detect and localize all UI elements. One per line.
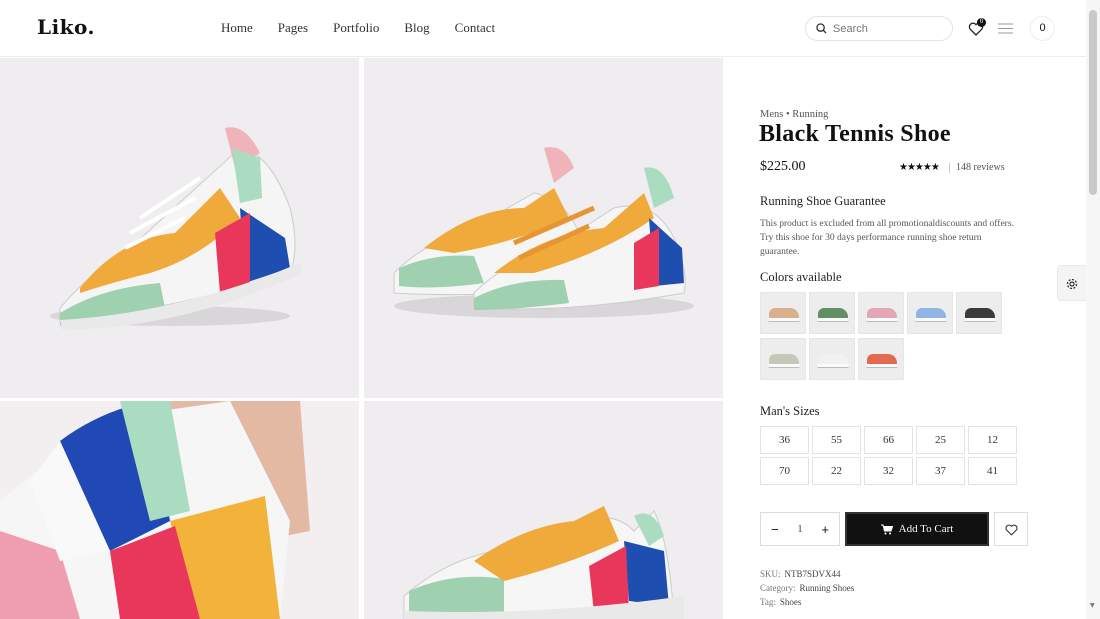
size-option[interactable]: 55 (812, 426, 861, 454)
rating-stars-icon: ★★★★★ (899, 162, 940, 173)
color-swatch[interactable] (809, 338, 855, 380)
cart-count-button[interactable]: 0 (1030, 16, 1055, 41)
size-option[interactable]: 36 (760, 426, 809, 454)
color-swatch[interactable] (858, 338, 904, 380)
size-option[interactable]: 22 (812, 457, 861, 485)
reviews-count-link[interactable]: 148 reviews (956, 162, 1005, 173)
product-categories[interactable]: Mens • Running (760, 109, 828, 120)
sizes-heading: Man's Sizes (760, 404, 820, 418)
swatch-shoe-sole (817, 364, 849, 368)
sneaker-pair-image (393, 147, 694, 318)
size-option[interactable]: 25 (916, 426, 965, 454)
swatch-shoe-sole (964, 318, 996, 322)
site-header: Liko. Home Pages Portfolio Blog Contact … (0, 0, 1086, 57)
sku-value: NTB7SDVX44 (784, 569, 841, 579)
color-swatch-list (760, 292, 1005, 380)
category-label: Category: (760, 583, 796, 593)
sneaker-worn-closeup-image (0, 401, 359, 619)
settings-panel-toggle[interactable] (1057, 265, 1086, 301)
product-price: $225.00 (760, 159, 806, 174)
swatch-shoe-sole (915, 318, 947, 322)
swatch-shoe-sole (768, 364, 800, 368)
size-option[interactable]: 41 (968, 457, 1017, 485)
quantity-value[interactable]: 1 (798, 524, 803, 535)
color-swatch[interactable] (956, 292, 1002, 334)
swatch-shoe-sole (817, 318, 849, 322)
page-scrollbar[interactable]: ▲ ▼ (1086, 0, 1100, 619)
guarantee-description: This product is excluded from all promot… (760, 219, 1014, 257)
tag-row: Tag: Shoes (760, 597, 801, 607)
nav-pages[interactable]: Pages (278, 20, 308, 36)
color-swatch[interactable] (907, 292, 953, 334)
color-swatch[interactable] (760, 292, 806, 334)
swatch-shoe-sole (866, 364, 898, 368)
product-image-2[interactable] (364, 58, 723, 398)
quantity-increase-button[interactable]: + (821, 522, 829, 537)
wishlist-count-badge: 0 (977, 18, 986, 27)
guarantee-heading: Running Shoe Guarantee (760, 194, 886, 208)
tag-link[interactable]: Shoes (780, 597, 802, 607)
search-icon (816, 23, 827, 34)
quantity-stepper: − 1 + (760, 512, 840, 546)
sku-row: SKU: NTB7SDVX44 (760, 569, 841, 579)
site-logo[interactable]: Liko. (37, 15, 95, 39)
heart-icon (1005, 524, 1018, 536)
category-link[interactable]: Running Shoes (800, 583, 855, 593)
size-option[interactable]: 32 (864, 457, 913, 485)
size-option[interactable]: 66 (864, 426, 913, 454)
scroll-down-arrow-icon[interactable]: ▼ (1090, 602, 1095, 609)
nav-home[interactable]: Home (221, 20, 253, 36)
add-to-cart-button[interactable]: Add To Cart (845, 512, 989, 546)
size-option[interactable]: 12 (968, 426, 1017, 454)
colors-heading: Colors available (760, 270, 842, 284)
gear-icon (1066, 278, 1078, 290)
search-input[interactable] (833, 22, 943, 35)
scrollbar-thumb[interactable] (1089, 10, 1097, 195)
category-row: Category: Running Shoes (760, 583, 854, 593)
hamburger-menu-icon[interactable] (998, 23, 1013, 34)
product-image-4[interactable] (364, 401, 723, 619)
cart-icon (880, 524, 893, 534)
add-to-wishlist-button[interactable] (994, 512, 1028, 546)
sneaker-side-image-2 (403, 506, 684, 619)
product-title: Black Tennis Shoe (759, 121, 951, 147)
color-swatch[interactable] (809, 292, 855, 334)
sneaker-side-image (50, 127, 302, 330)
swatch-shoe-sole (768, 318, 800, 322)
size-option[interactable]: 70 (760, 457, 809, 485)
nav-blog[interactable]: Blog (404, 20, 429, 36)
quantity-decrease-button[interactable]: − (771, 522, 779, 537)
nav-contact[interactable]: Contact (455, 20, 495, 36)
sku-label: SKU: (760, 569, 781, 579)
main-nav: Home Pages Portfolio Blog Contact (221, 20, 495, 36)
tag-label: Tag: (760, 597, 776, 607)
product-image-3[interactable] (0, 401, 359, 619)
color-swatch[interactable] (858, 292, 904, 334)
color-swatch[interactable] (760, 338, 806, 380)
product-image-1[interactable] (0, 58, 359, 398)
add-to-cart-label: Add To Cart (898, 523, 954, 535)
search-box[interactable] (805, 16, 953, 41)
size-option[interactable]: 37 (916, 457, 965, 485)
rating-divider (949, 163, 950, 173)
nav-portfolio[interactable]: Portfolio (333, 20, 379, 36)
swatch-shoe-sole (866, 318, 898, 322)
size-options: 36 55 66 25 12 70 22 32 37 41 (760, 426, 1020, 485)
